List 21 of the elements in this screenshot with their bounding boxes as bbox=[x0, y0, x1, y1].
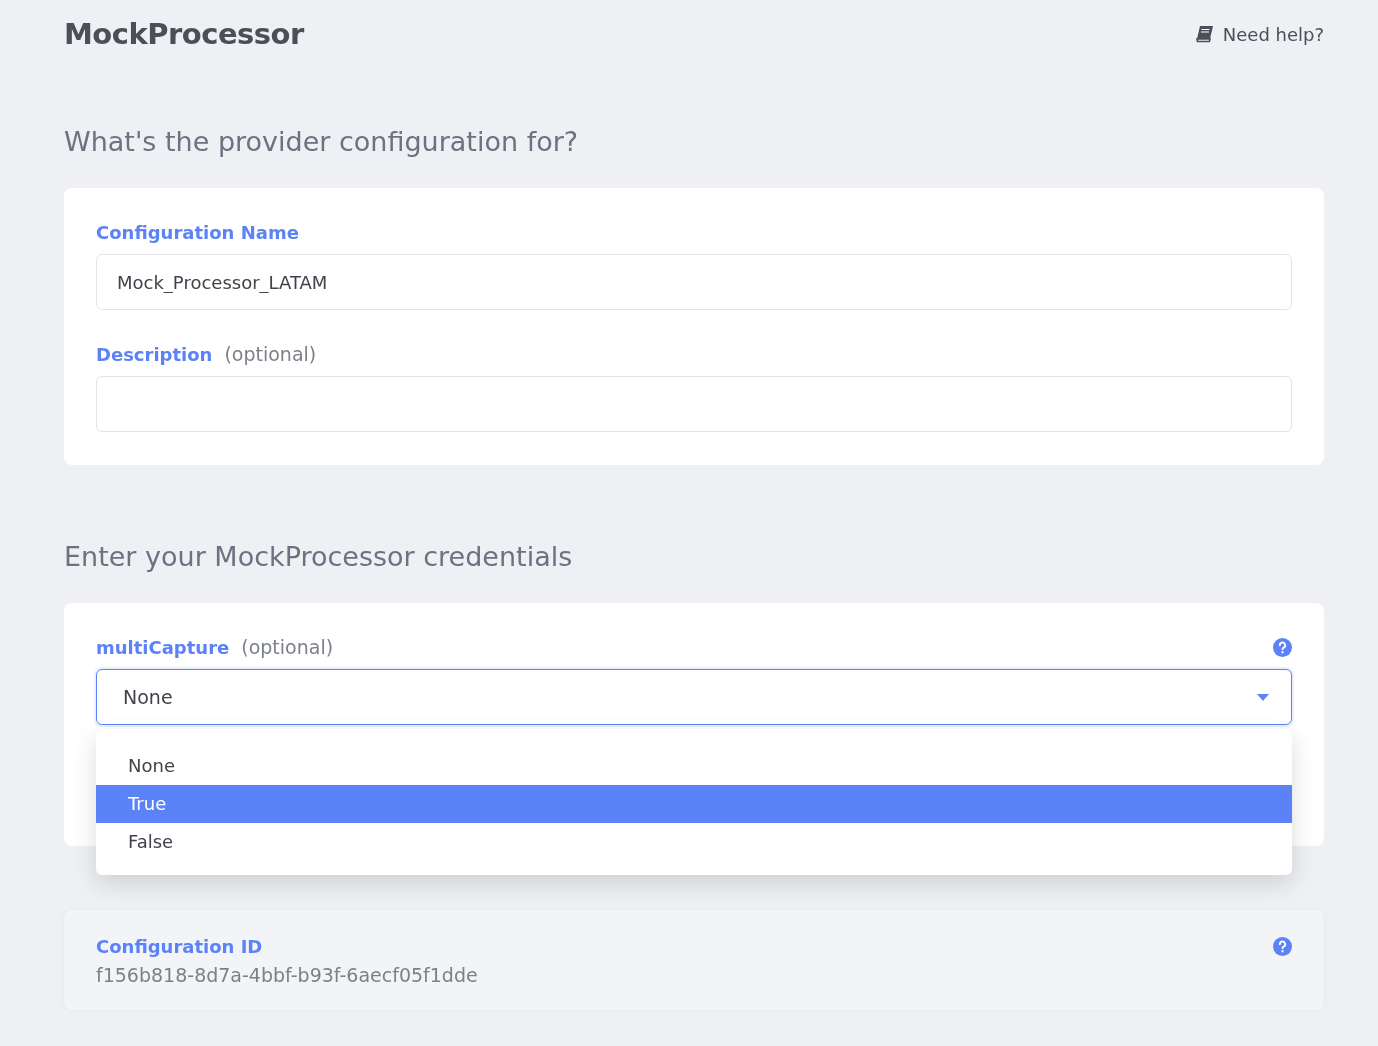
help-icon[interactable] bbox=[1273, 936, 1292, 956]
section-heading: Enter your MockProcessor credentials bbox=[64, 540, 574, 574]
config-id-value: f156b818-8d7a-4bbf-b93f-6aecf05f1dde bbox=[96, 964, 479, 986]
dropdown-option[interactable]: True bbox=[96, 785, 1292, 823]
field-label: Description bbox=[96, 343, 213, 365]
optional-note: (optional) bbox=[241, 636, 334, 658]
select-field[interactable]: None bbox=[96, 669, 1292, 725]
text-field[interactable]: Mock_Processor_LATAM bbox=[96, 254, 1292, 310]
field-label: Configuration Name bbox=[96, 221, 299, 243]
help-icon[interactable] bbox=[1273, 637, 1292, 657]
section-heading: What's the provider configuration for? bbox=[64, 125, 580, 159]
app-title: MockProcessor bbox=[64, 17, 304, 51]
dropdown-option[interactable]: False bbox=[96, 823, 1292, 861]
text-field[interactable] bbox=[96, 376, 1292, 432]
help-link[interactable]: Need help? bbox=[1194, 23, 1324, 45]
field-label: Configuration ID bbox=[96, 935, 263, 957]
caret-icon bbox=[1257, 693, 1269, 701]
field-label: multiCapture bbox=[96, 636, 230, 658]
book-icon bbox=[1194, 25, 1215, 43]
optional-note: (optional) bbox=[224, 343, 317, 365]
dropdown-option[interactable]: None bbox=[96, 747, 1292, 785]
